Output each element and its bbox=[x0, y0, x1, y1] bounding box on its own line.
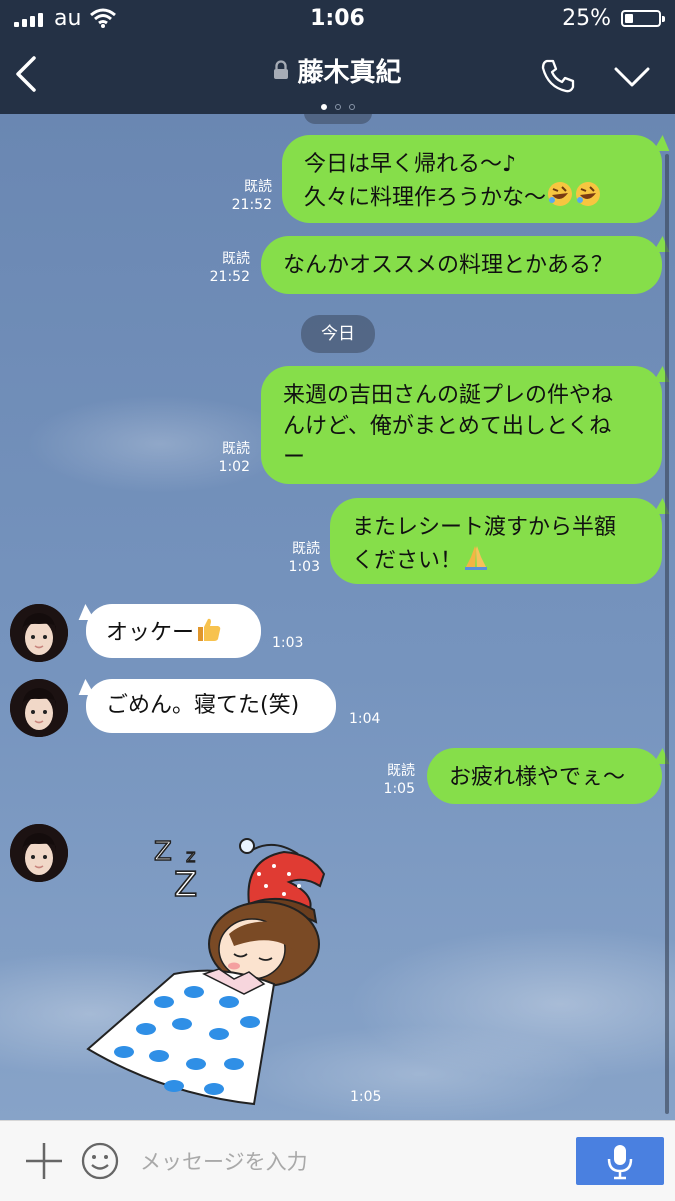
page-indicator bbox=[0, 95, 675, 114]
chat-header: au 1:06 25% 藤木真紀 bbox=[0, 0, 675, 114]
battery-icon bbox=[621, 10, 665, 27]
svg-text:z: z bbox=[186, 846, 195, 867]
page-dot bbox=[320, 104, 327, 110]
chevron-down-icon bbox=[614, 67, 650, 87]
message-meta: 既読 21:52 bbox=[209, 251, 250, 285]
svg-text:Z: Z bbox=[174, 865, 197, 905]
message-time: 1:04 bbox=[349, 711, 381, 727]
date-separator-partial bbox=[304, 114, 372, 124]
voice-message-button[interactable] bbox=[576, 1137, 664, 1185]
lock-icon bbox=[273, 57, 289, 87]
message-meta: 既読 21:52 bbox=[231, 179, 272, 213]
message-bubble-outgoing[interactable]: お疲れ様やでぇ〜 bbox=[427, 748, 662, 804]
message-input[interactable] bbox=[138, 1141, 562, 1183]
folded-hands-icon bbox=[462, 543, 490, 580]
scrollbar[interactable] bbox=[665, 154, 669, 1114]
avatar[interactable] bbox=[10, 824, 68, 882]
sleeping-girl-sticker[interactable]: Z z Z bbox=[84, 824, 334, 1114]
page-dot bbox=[348, 104, 355, 110]
battery-percent: 25% bbox=[562, 6, 611, 31]
phone-icon bbox=[541, 59, 575, 93]
message-meta: 既読 1:02 bbox=[218, 441, 250, 475]
status-bar: au 1:06 25% bbox=[0, 0, 675, 38]
date-separator: 今日 bbox=[301, 315, 375, 353]
smiley-icon bbox=[81, 1142, 119, 1180]
add-attachment-button[interactable] bbox=[24, 1141, 64, 1181]
plus-icon bbox=[26, 1143, 62, 1179]
message-bubble-outgoing[interactable]: 今日は早く帰れる〜♪ 久々に料理作ろうかな〜 bbox=[282, 135, 662, 223]
thumbs-up-icon bbox=[194, 615, 222, 652]
microphone-icon bbox=[607, 1145, 633, 1180]
message-time: 1:05 bbox=[350, 1089, 382, 1105]
message-time: 1:03 bbox=[272, 635, 304, 651]
svg-text:Z: Z bbox=[154, 837, 172, 867]
page-dot bbox=[334, 104, 341, 110]
message-bubble-incoming[interactable]: ごめん。寝てた(笑) bbox=[86, 679, 336, 733]
rofl-icon bbox=[546, 180, 574, 217]
message-bubble-incoming[interactable]: オッケー bbox=[86, 604, 261, 658]
chat-area[interactable]: 既読 21:52 今日は早く帰れる〜♪ 久々に料理作ろうかな〜 既読 21:52 な… bbox=[0, 114, 675, 1120]
message-bubble-outgoing[interactable]: なんかオススメの料理とかある？ bbox=[261, 236, 662, 294]
call-button[interactable] bbox=[538, 56, 578, 96]
message-bubble-outgoing[interactable]: 来週の吉田さんの誕プレの件やね んけど、俺がまとめて出しとくね ー bbox=[261, 366, 662, 484]
emoji-button[interactable] bbox=[80, 1141, 120, 1181]
rofl-icon bbox=[574, 180, 602, 217]
message-input-bar bbox=[0, 1120, 675, 1201]
message-meta: 既読 1:05 bbox=[383, 763, 415, 797]
avatar[interactable] bbox=[10, 604, 68, 662]
chat-title: 藤木真紀 bbox=[297, 58, 402, 88]
message-bubble-outgoing[interactable]: またレシート渡すから半額 ください！ bbox=[330, 498, 662, 584]
menu-dropdown-button[interactable] bbox=[612, 62, 652, 92]
avatar[interactable] bbox=[10, 679, 68, 737]
message-meta: 既読 1:03 bbox=[288, 541, 320, 575]
